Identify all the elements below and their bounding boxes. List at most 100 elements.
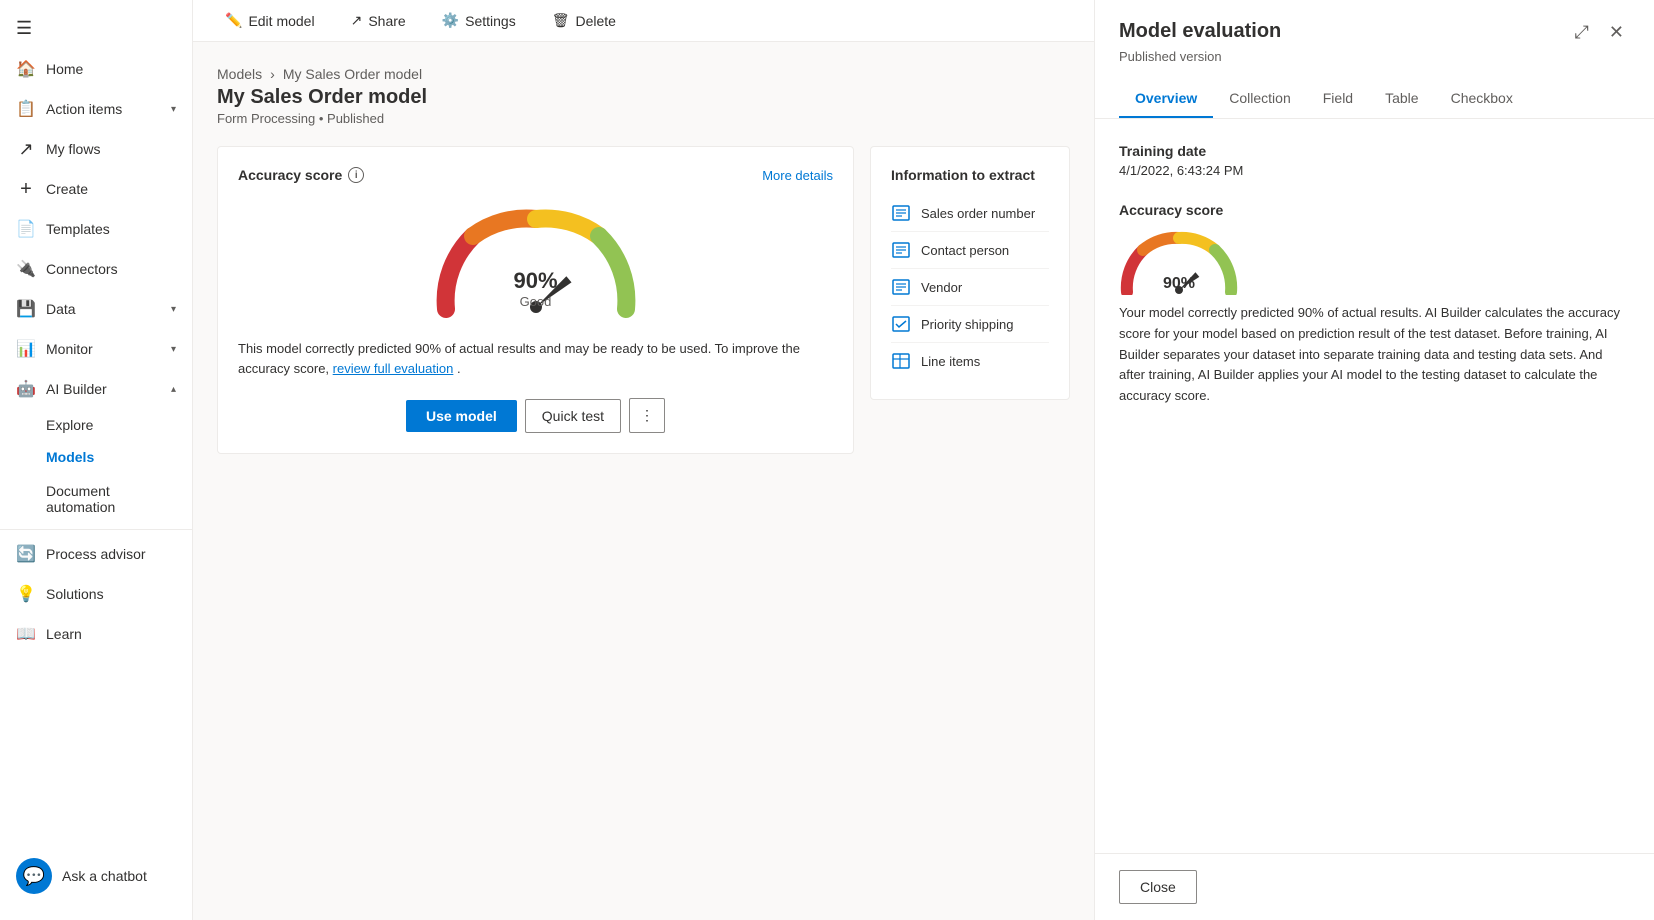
review-full-evaluation-link[interactable]: review full evaluation xyxy=(333,361,454,376)
tab-field[interactable]: Field xyxy=(1307,80,1369,118)
more-options-icon: ⋮ xyxy=(640,407,654,423)
sidebar-item-monitor[interactable]: 📊 Monitor ▾ xyxy=(0,329,192,369)
panel-gauge-chart: 90% xyxy=(1119,230,1239,295)
share-icon: ↗ xyxy=(351,12,363,29)
templates-icon: 📄 xyxy=(16,219,36,239)
ai-builder-submenu: Explore Models xyxy=(0,409,192,473)
more-details-link[interactable]: More details xyxy=(762,168,833,183)
delete-label: Delete xyxy=(576,13,616,29)
training-date-section: Training date 4/1/2022, 6:43:24 PM xyxy=(1119,143,1630,178)
panel-gauge-value: 90% xyxy=(1163,275,1195,293)
sidebar-item-my-flows[interactable]: ↗ My flows xyxy=(0,129,192,169)
accuracy-score-title: Accuracy score xyxy=(238,167,342,183)
description-text: This model correctly predicted 90% of ac… xyxy=(238,341,800,376)
info-icon[interactable]: i xyxy=(348,167,364,183)
breadcrumb: Models › My Sales Order model xyxy=(217,66,1070,82)
breadcrumb-current: My Sales Order model xyxy=(283,66,422,82)
sidebar-item-document-automation[interactable]: Document automation xyxy=(0,473,192,525)
extract-item-sales-order: Sales order number xyxy=(891,195,1049,232)
sidebar-item-label: Home xyxy=(46,61,176,77)
delete-button[interactable]: 🗑 Delete xyxy=(544,8,624,33)
sidebar-item-solutions[interactable]: 💡 Solutions xyxy=(0,574,192,614)
quick-test-button[interactable]: Quick test xyxy=(525,399,621,433)
tab-table[interactable]: Table xyxy=(1369,80,1434,118)
tab-field-label: Field xyxy=(1323,90,1353,106)
sidebar-item-action-items[interactable]: 📋 Action items ▾ xyxy=(0,89,192,129)
learn-icon: 📖 xyxy=(16,624,36,644)
edit-model-label: Edit model xyxy=(248,13,314,29)
chevron-down-icon: ▾ xyxy=(171,304,176,315)
hamburger-button[interactable]: ☰ xyxy=(0,8,192,49)
settings-label: Settings xyxy=(465,13,516,29)
panel-header: Model evaluation ⤢ ✕ Published version O… xyxy=(1095,0,1654,119)
sidebar-item-label: AI Builder xyxy=(46,381,161,397)
panel-title-row: Model evaluation ⤢ ✕ xyxy=(1119,20,1630,45)
extract-item-label: Priority shipping xyxy=(921,317,1014,332)
panel-tabs: Overview Collection Field Table Checkbox xyxy=(1119,80,1630,118)
share-button[interactable]: ↗ Share xyxy=(343,8,414,33)
models-label: Models xyxy=(46,449,94,465)
hamburger-icon: ☰ xyxy=(16,18,32,39)
more-options-button[interactable]: ⋮ xyxy=(629,398,665,433)
chatbot-button[interactable]: 💬 Ask a chatbot xyxy=(0,848,192,904)
training-date-value: 4/1/2022, 6:43:24 PM xyxy=(1119,163,1630,178)
chevron-down-icon: ▾ xyxy=(171,104,176,115)
use-model-button[interactable]: Use model xyxy=(406,400,517,432)
extract-item-label: Sales order number xyxy=(921,206,1035,221)
sidebar-divider xyxy=(0,529,192,530)
sidebar-item-process-advisor[interactable]: 🔄 Process advisor xyxy=(0,534,192,574)
sidebar-item-label: Connectors xyxy=(46,261,176,277)
chevron-down-icon: ▾ xyxy=(171,344,176,355)
chatbot-icon: 💬 xyxy=(16,858,52,894)
sidebar-item-explore[interactable]: Explore xyxy=(46,409,192,441)
close-button[interactable]: Close xyxy=(1119,870,1197,904)
card-actions: Use model Quick test ⋮ xyxy=(238,398,833,433)
sidebar-item-home[interactable]: 🏠 Home xyxy=(0,49,192,89)
close-panel-button[interactable]: ✕ xyxy=(1603,20,1630,45)
sidebar: ☰ 🏠 Home 📋 Action items ▾ ↗ My flows + C… xyxy=(0,0,193,920)
panel-actions: ⤢ ✕ xyxy=(1569,20,1631,45)
gauge-value-text: 90% Good xyxy=(513,268,557,309)
sidebar-item-ai-builder[interactable]: 🤖 AI Builder ▴ xyxy=(0,369,192,409)
main-content: ✏️ Edit model ↗ Share ⚙️ Settings 🗑 Dele… xyxy=(193,0,1094,920)
cards-row: Accuracy score i More details xyxy=(217,146,1070,454)
sidebar-item-connectors[interactable]: 🔌 Connectors xyxy=(0,249,192,289)
trash-icon: 🗑 xyxy=(552,12,570,29)
extract-item-line-items: Line items xyxy=(891,343,1049,379)
sidebar-item-learn[interactable]: 📖 Learn xyxy=(0,614,192,654)
sidebar-item-create[interactable]: + Create xyxy=(0,169,192,209)
tab-overview[interactable]: Overview xyxy=(1119,80,1213,118)
training-date-title: Training date xyxy=(1119,143,1630,159)
accuracy-score-section: Accuracy score 90% Your model cor xyxy=(1119,202,1630,407)
accuracy-score-title: Accuracy score xyxy=(1119,202,1630,218)
tab-collection[interactable]: Collection xyxy=(1213,80,1306,118)
solutions-icon: 💡 xyxy=(16,584,36,604)
create-icon: + xyxy=(16,179,36,199)
content-area: Models › My Sales Order model My Sales O… xyxy=(193,42,1094,920)
sidebar-item-templates[interactable]: 📄 Templates xyxy=(0,209,192,249)
field-icon xyxy=(891,240,911,260)
monitor-icon: 📊 xyxy=(16,339,36,359)
card-title: Accuracy score i xyxy=(238,167,364,183)
accuracy-card: Accuracy score i More details xyxy=(217,146,854,454)
sidebar-item-label: Document automation xyxy=(46,483,176,515)
process-advisor-icon: 🔄 xyxy=(16,544,36,564)
checkbox-icon xyxy=(891,314,911,334)
breadcrumb-parent[interactable]: Models xyxy=(217,66,262,82)
expand-panel-button[interactable]: ⤢ xyxy=(1569,20,1595,45)
sidebar-item-label: Solutions xyxy=(46,586,176,602)
explore-label: Explore xyxy=(46,417,93,433)
breadcrumb-separator: › xyxy=(270,66,275,82)
tab-table-label: Table xyxy=(1385,90,1418,106)
extract-item-label: Vendor xyxy=(921,280,962,295)
gauge-label: Good xyxy=(513,294,557,309)
settings-button[interactable]: ⚙️ Settings xyxy=(434,8,524,33)
edit-model-button[interactable]: ✏️ Edit model xyxy=(217,8,323,33)
sidebar-item-label: Data xyxy=(46,301,161,317)
sidebar-item-models[interactable]: Models xyxy=(46,441,192,473)
gauge-percentage: 90% xyxy=(513,268,557,294)
sidebar-item-data[interactable]: 💾 Data ▾ xyxy=(0,289,192,329)
chatbot-label: Ask a chatbot xyxy=(62,868,147,884)
tab-checkbox[interactable]: Checkbox xyxy=(1435,80,1529,118)
page-title: My Sales Order model xyxy=(217,86,1070,109)
